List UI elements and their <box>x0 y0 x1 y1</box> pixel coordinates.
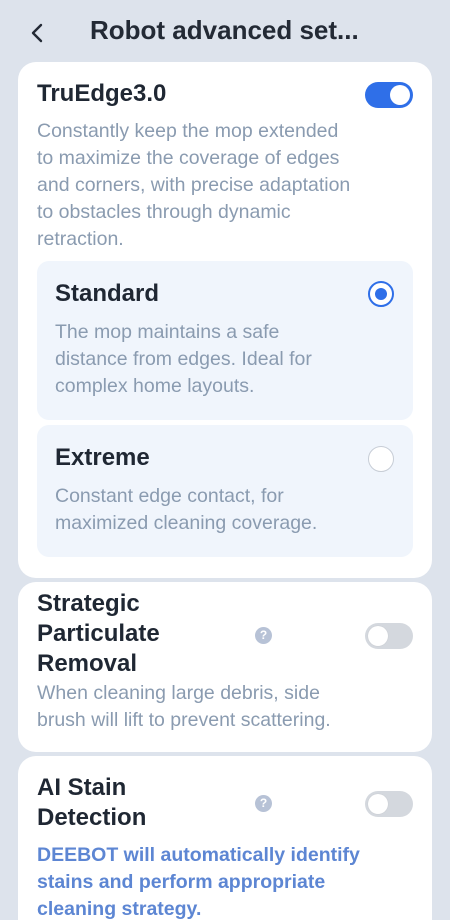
page-title: Robot advanced set... <box>90 15 359 45</box>
option-standard-description: The mop maintains a safe distance from e… <box>55 321 312 397</box>
option-standard-radio[interactable] <box>368 281 394 307</box>
toggle-knob <box>368 794 388 814</box>
truedge-title: TruEdge3.0 <box>37 80 167 107</box>
option-standard[interactable]: Standard The mop maintains a safe distan… <box>37 261 413 420</box>
toggle-knob <box>390 85 410 105</box>
particulate-card: Strategic Particulate Removal ? When cle… <box>18 582 432 752</box>
stain-description: DEEBOT will automatically identify stain… <box>37 844 360 920</box>
header: Robot advanced set... <box>0 0 450 64</box>
particulate-title: Strategic Particulate Removal <box>37 590 160 677</box>
truedge-description: Constantly keep the mop extended to maxi… <box>37 120 351 250</box>
particulate-toggle[interactable] <box>365 623 413 649</box>
chevron-left-icon <box>31 23 43 43</box>
stain-card: AI Stain Detection ? DEEBOT will automat… <box>18 756 432 920</box>
particulate-description: When cleaning large debris, side brush w… <box>37 682 331 731</box>
stain-title: AI Stain Detection <box>37 774 147 831</box>
back-button[interactable] <box>22 18 52 48</box>
truedge-toggle[interactable] <box>365 82 413 108</box>
particulate-help-icon[interactable]: ? <box>255 627 272 644</box>
toggle-knob <box>368 626 388 646</box>
option-extreme[interactable]: Extreme Constant edge contact, for maxim… <box>37 425 413 557</box>
stain-toggle[interactable] <box>365 791 413 817</box>
option-standard-label: Standard <box>55 280 160 307</box>
option-extreme-radio[interactable] <box>368 446 394 472</box>
truedge-card: TruEdge3.0 Constantly keep the mop exten… <box>18 62 432 578</box>
stain-help-icon[interactable]: ? <box>255 795 272 812</box>
option-extreme-label: Extreme <box>55 444 150 471</box>
option-extreme-description: Constant edge contact, for maximized cle… <box>55 485 318 534</box>
